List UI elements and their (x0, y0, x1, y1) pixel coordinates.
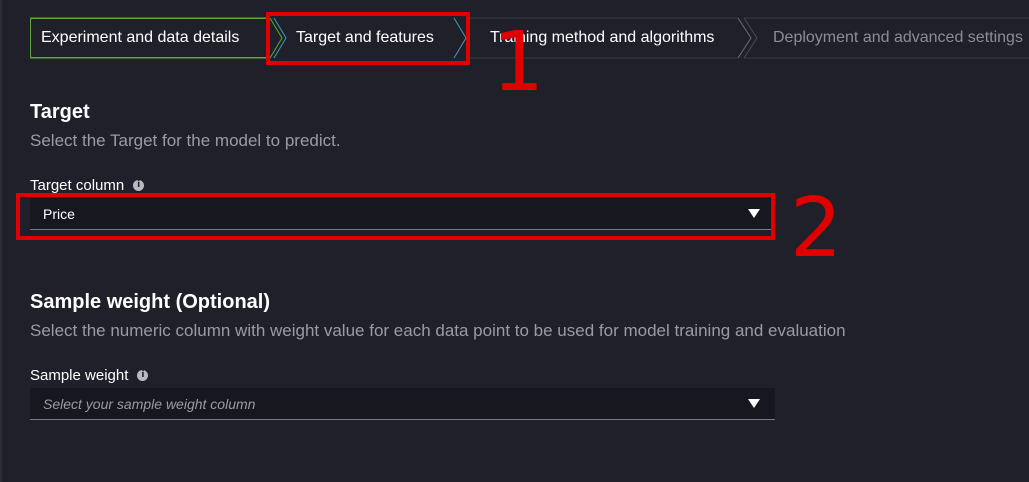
info-icon[interactable]: i (137, 370, 149, 381)
step-label: Experiment and data details (41, 29, 240, 46)
step-label: Training method and algorithms (490, 29, 715, 46)
automl-wizard-panel: Experiment and data details Target and f… (0, 0, 1029, 482)
sample-weight-select[interactable]: Select your sample weight column (30, 388, 775, 420)
sample-weight-label-text: Sample weight (30, 367, 129, 384)
caret-down-icon (748, 209, 760, 218)
step-target-and-features[interactable]: Target and features (296, 18, 434, 58)
sample-weight-placeholder: Select your sample weight column (43, 395, 256, 412)
sample-weight-section-description: Select the numeric column with weight va… (30, 321, 846, 340)
step-experiment-and-data-details[interactable]: Experiment and data details (30, 18, 270, 58)
target-column-label: Target column i (30, 177, 145, 194)
info-icon[interactable]: i (133, 180, 145, 191)
step-training-method-and-algorithms[interactable]: Training method and algorithms (490, 18, 714, 58)
target-section-title: Target (30, 101, 90, 123)
step-1-chevron (269, 17, 283, 59)
step-2-left-chevron (273, 17, 287, 59)
caret-down-icon (748, 399, 760, 408)
target-column-label-text: Target column (30, 177, 125, 194)
annotation-number-2: 2 (790, 181, 843, 276)
target-column-select[interactable]: Price (30, 198, 775, 230)
step-4-left-chevron (743, 17, 758, 59)
step-label: Deployment and advanced settings (773, 29, 1023, 46)
step-deployment-and-advanced-settings[interactable]: Deployment and advanced settings (773, 18, 1023, 58)
target-column-selected-value: Price (43, 205, 75, 222)
step-3-chevron (737, 17, 752, 59)
target-section-description: Select the Target for the model to predi… (30, 131, 341, 150)
step-2-chevron (453, 17, 467, 59)
wizard-stepper: Experiment and data details Target and f… (2, 0, 1029, 78)
sample-weight-section-title: Sample weight (Optional) (30, 291, 271, 313)
sample-weight-label: Sample weight i (30, 367, 149, 384)
step-label: Target and features (296, 29, 434, 46)
